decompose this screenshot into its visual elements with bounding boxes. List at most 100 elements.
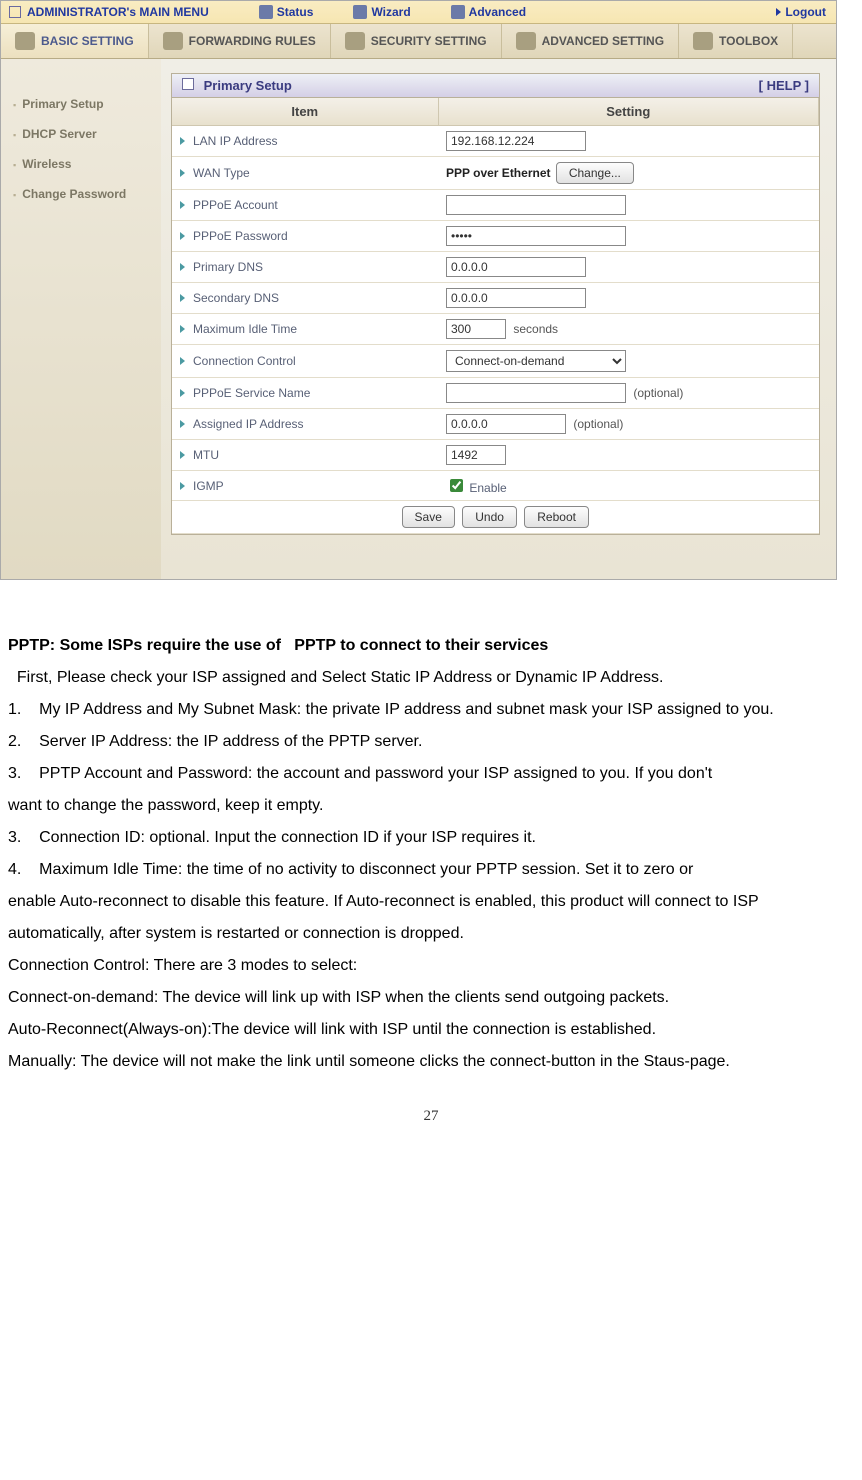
label-lan-ip: LAN IP Address	[193, 134, 278, 148]
doc-p12: Manually: The device will not make the l…	[8, 1046, 854, 1078]
checkbox-igmp-label: Enable	[469, 481, 506, 495]
label-pppoe-account: PPPoE Account	[193, 198, 278, 212]
body-layout: Primary Setup DHCP Server Wireless Chang…	[1, 59, 836, 579]
ribbon-tabs: BASIC SETTING FORWARDING RULES SECURITY …	[1, 24, 836, 59]
window-icon	[9, 6, 21, 18]
input-assigned-ip[interactable]	[446, 414, 566, 434]
undo-button[interactable]: Undo	[462, 506, 517, 528]
bullet-icon	[180, 263, 185, 271]
save-button[interactable]: Save	[402, 506, 455, 528]
label-secondary-dns: Secondary DNS	[193, 291, 279, 305]
label-assigned-ip: Assigned IP Address	[193, 417, 304, 431]
input-pppoe-account[interactable]	[446, 195, 626, 215]
panel-header: Primary Setup [ HELP ]	[172, 74, 819, 98]
bullet-icon	[180, 389, 185, 397]
bullet-icon	[180, 169, 185, 177]
top-wizard[interactable]: Wizard	[353, 5, 410, 19]
settings-table: Item Setting LAN IP Address WAN Type P	[172, 98, 819, 534]
advanced-icon	[451, 5, 465, 19]
top-logout[interactable]: Logout	[776, 5, 826, 19]
label-pppoe-password: PPPoE Password	[193, 229, 288, 243]
top-status-label: Status	[277, 5, 314, 19]
label-service-name: PPPoE Service Name	[193, 386, 310, 400]
doc-p7: 4. Maximum Idle Time: the time of no act…	[8, 854, 854, 886]
label-primary-dns: Primary DNS	[193, 260, 263, 274]
tab-advanced-setting-label: ADVANCED SETTING	[542, 34, 664, 48]
doc-p4: 3. PPTP Account and Password: the accoun…	[8, 758, 854, 790]
main-area: Primary Setup [ HELP ] Item Setting LAN …	[161, 59, 836, 579]
wizard-icon	[353, 5, 367, 19]
tab-forwarding-label: FORWARDING RULES	[189, 34, 316, 48]
input-lan-ip[interactable]	[446, 131, 586, 151]
suffix-seconds: seconds	[513, 322, 558, 336]
bullet-icon	[180, 420, 185, 428]
sidebar-item-dhcp-server[interactable]: DHCP Server	[1, 119, 161, 149]
doc-p1: First, Please check your ISP assigned an…	[8, 662, 854, 694]
th-setting: Setting	[438, 98, 819, 126]
value-wan-type: PPP over Ethernet	[446, 166, 550, 180]
page-number: 27	[0, 1088, 862, 1133]
input-mtu[interactable]	[446, 445, 506, 465]
label-max-idle: Maximum Idle Time	[193, 322, 297, 336]
top-wizard-label: Wizard	[371, 5, 410, 19]
th-item: Item	[172, 98, 438, 126]
label-mtu: MTU	[193, 448, 219, 462]
forwarding-icon	[163, 32, 183, 50]
top-advanced[interactable]: Advanced	[451, 5, 526, 19]
primary-setup-panel: Primary Setup [ HELP ] Item Setting LAN …	[171, 73, 820, 535]
checkbox-igmp-enable[interactable]	[450, 479, 463, 492]
reboot-button[interactable]: Reboot	[524, 506, 589, 528]
bullet-icon	[180, 137, 185, 145]
suffix-optional-2: (optional)	[573, 417, 623, 431]
input-pppoe-password[interactable]	[446, 226, 626, 246]
top-logout-label: Logout	[785, 5, 826, 19]
input-primary-dns[interactable]	[446, 257, 586, 277]
sidebar-item-wireless[interactable]: Wireless	[1, 149, 161, 179]
top-menu-bar: ADMINISTRATOR's MAIN MENU Status Wizard …	[1, 1, 836, 24]
panel-title-text: Primary Setup	[204, 78, 292, 93]
advanced-setting-icon	[516, 32, 536, 50]
doc-p3: 2. Server IP Address: the IP address of …	[8, 726, 854, 758]
document-text: PPTP: Some ISPs require the use of PPTP …	[0, 580, 862, 1088]
bullet-icon	[180, 482, 185, 490]
tab-toolbox[interactable]: TOOLBOX	[679, 24, 793, 58]
router-screenshot: ADMINISTRATOR's MAIN MENU Status Wizard …	[0, 0, 837, 580]
select-connection-control[interactable]: Connect-on-demand	[446, 350, 626, 372]
tab-security-setting[interactable]: SECURITY SETTING	[331, 24, 502, 58]
panel-icon	[182, 78, 194, 90]
label-conn-ctrl: Connection Control	[193, 354, 296, 368]
change-wan-button[interactable]: Change...	[556, 162, 634, 184]
label-wan-type: WAN Type	[193, 166, 250, 180]
sidebar: Primary Setup DHCP Server Wireless Chang…	[1, 59, 161, 579]
input-service-name[interactable]	[446, 383, 626, 403]
sidebar-item-change-password[interactable]: Change Password	[1, 179, 161, 209]
suffix-optional-1: (optional)	[633, 386, 683, 400]
sidebar-item-primary-setup[interactable]: Primary Setup	[1, 89, 161, 119]
toolbox-icon	[693, 32, 713, 50]
bullet-icon	[180, 451, 185, 459]
app-title: ADMINISTRATOR's MAIN MENU	[27, 5, 209, 19]
basic-setting-icon	[15, 32, 35, 50]
help-link[interactable]: [ HELP ]	[759, 78, 809, 93]
top-status[interactable]: Status	[259, 5, 314, 19]
doc-p8: enable Auto-reconnect to disable this fe…	[8, 886, 854, 950]
tab-basic-setting[interactable]: BASIC SETTING	[1, 24, 149, 58]
bullet-icon	[180, 357, 185, 365]
bullet-icon	[180, 201, 185, 209]
doc-p10: Connect-on-demand: The device will link …	[8, 982, 854, 1014]
input-secondary-dns[interactable]	[446, 288, 586, 308]
tab-advanced-setting[interactable]: ADVANCED SETTING	[502, 24, 679, 58]
tab-forwarding-rules[interactable]: FORWARDING RULES	[149, 24, 331, 58]
tab-basic-setting-label: BASIC SETTING	[41, 34, 134, 48]
chevron-right-icon	[776, 8, 781, 16]
doc-heading: PPTP: Some ISPs require the use of PPTP …	[8, 630, 854, 662]
bullet-icon	[180, 232, 185, 240]
doc-p6: 3. Connection ID: optional. Input the co…	[8, 822, 854, 854]
doc-p11: Auto-Reconnect(Always-on):The device wil…	[8, 1014, 854, 1046]
top-advanced-label: Advanced	[469, 5, 526, 19]
tab-security-label: SECURITY SETTING	[371, 34, 487, 48]
bullet-icon	[180, 325, 185, 333]
input-max-idle[interactable]	[446, 319, 506, 339]
security-icon	[345, 32, 365, 50]
tab-toolbox-label: TOOLBOX	[719, 34, 778, 48]
